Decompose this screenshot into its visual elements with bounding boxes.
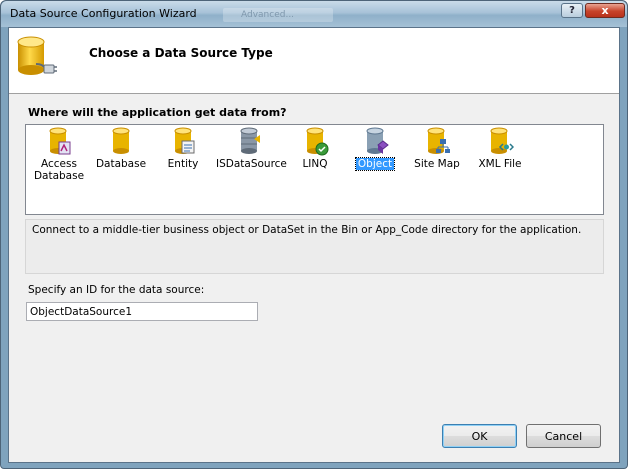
source-type-site-map[interactable]: Site Map [406, 127, 468, 170]
source-type-list: Access Database Database Entity ISDataSo… [25, 124, 604, 215]
source-type-xml-file[interactable]: XML File [469, 127, 531, 170]
source-type-label: Site Map [414, 158, 460, 170]
linq-icon [306, 127, 329, 156]
source-type-label: LINQ [302, 158, 328, 170]
xml-file-icon [490, 127, 514, 154]
access-database-icon [49, 127, 71, 155]
wizard-body: Choose a Data Source Type Where will the… [8, 27, 620, 463]
site-map-icon [427, 127, 450, 154]
wizard-window: Data Source Configuration Wizard Advance… [0, 0, 628, 469]
window-title: Data Source Configuration Wizard [10, 7, 197, 20]
isdatasource-icon [240, 127, 260, 154]
help-button[interactable]: ? [561, 3, 583, 18]
database-icon [112, 127, 130, 154]
cancel-button[interactable]: Cancel [526, 424, 601, 448]
source-type-label: Entity [167, 158, 199, 170]
close-button[interactable]: x [585, 3, 625, 18]
source-type-isdatasource[interactable]: ISDataSource [214, 127, 287, 170]
page-title: Choose a Data Source Type [89, 46, 273, 60]
data-source-icon [17, 36, 57, 75]
id-field-label: Specify an ID for the data source: [28, 284, 205, 296]
entity-icon [174, 127, 195, 154]
source-type-label: Database [95, 158, 147, 170]
source-type-database[interactable]: Database [90, 127, 152, 170]
source-type-label: XML File [478, 158, 522, 170]
ok-button[interactable]: OK [442, 424, 517, 448]
data-source-id-input[interactable] [26, 302, 258, 321]
background-window-tab: Advanced... [223, 8, 333, 22]
title-bar[interactable]: Data Source Configuration Wizard Advance… [1, 1, 627, 27]
source-question-label: Where will the application get data from… [28, 106, 287, 119]
source-type-linq[interactable]: LINQ [284, 127, 346, 170]
object-icon [366, 127, 389, 154]
source-type-object[interactable]: Object [344, 127, 406, 171]
source-type-label: Object [354, 157, 396, 171]
source-description: Connect to a middle-tier business object… [25, 219, 604, 274]
wizard-header: Choose a Data Source Type [9, 28, 619, 94]
source-type-label: Access Database [33, 158, 85, 182]
source-type-entity[interactable]: Entity [152, 127, 214, 170]
source-type-label: ISDataSource [216, 158, 287, 170]
source-type-access-database[interactable]: Access Database [28, 127, 90, 182]
